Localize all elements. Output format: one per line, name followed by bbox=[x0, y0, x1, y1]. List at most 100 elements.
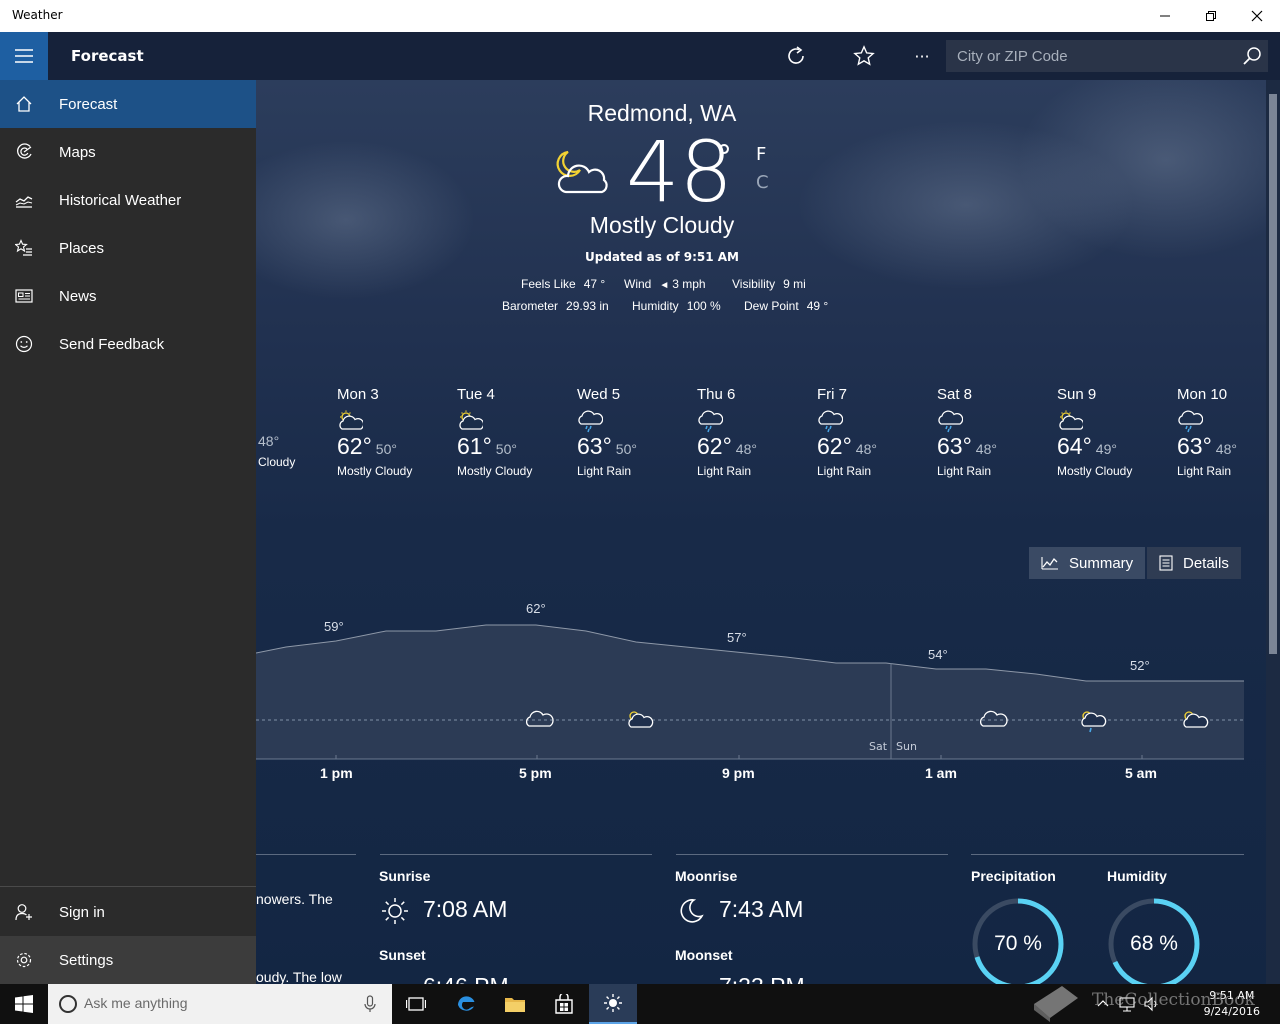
moon-icon bbox=[680, 899, 704, 923]
refresh-button[interactable] bbox=[779, 40, 813, 72]
windows-logo-icon bbox=[15, 995, 33, 1013]
search-input[interactable] bbox=[946, 40, 1236, 72]
summary-toggle[interactable]: Summary bbox=[1029, 547, 1146, 579]
radar-icon bbox=[0, 128, 48, 176]
stat-visibility: Visibility 9 mi bbox=[732, 277, 806, 291]
microphone-icon[interactable] bbox=[364, 995, 376, 1013]
daily-forecast-day[interactable]: Mon 10 63° 48° Light Rain bbox=[1177, 386, 1266, 478]
nav-item-news[interactable]: News bbox=[0, 272, 256, 320]
day-name: Sat 8 bbox=[937, 386, 973, 403]
nav-item-places[interactable]: Places bbox=[0, 224, 256, 272]
close-button[interactable] bbox=[1234, 0, 1280, 32]
rain-cloud-icon bbox=[817, 409, 927, 433]
window-title-bar: Weather bbox=[0, 0, 1280, 32]
start-button[interactable] bbox=[0, 984, 48, 1024]
sunrise-icon bbox=[382, 898, 408, 924]
partly-cloudy-night-icon bbox=[556, 150, 608, 194]
daily-forecast-day[interactable]: Tue 4 61° 50° Mostly Cloudy bbox=[457, 386, 567, 478]
stat-value: 3 mph bbox=[672, 277, 706, 291]
day-condition: Mostly Cloudy bbox=[337, 464, 413, 478]
day-low: 50° bbox=[615, 441, 637, 457]
nav-item-label: Sign in bbox=[59, 903, 105, 921]
day-label-sun: Sun bbox=[896, 740, 917, 753]
restore-button[interactable] bbox=[1188, 0, 1234, 32]
sunrise-title: Sunrise bbox=[379, 868, 431, 884]
stat-value: 100 % bbox=[686, 299, 721, 313]
day-name: Mon 3 bbox=[337, 386, 379, 403]
hour-label: 5 pm bbox=[519, 765, 552, 781]
unit-fahrenheit[interactable]: F bbox=[756, 144, 766, 165]
store-button[interactable] bbox=[540, 984, 588, 1024]
nav-item-send-feedback[interactable]: Send Feedback bbox=[0, 320, 256, 368]
day-name: Thu 6 bbox=[697, 386, 736, 403]
news-icon bbox=[0, 272, 48, 320]
stat-value: 9 mi bbox=[783, 277, 806, 291]
nav-item-maps[interactable]: Maps bbox=[0, 128, 256, 176]
sidebar-divider bbox=[0, 886, 256, 887]
day-condition: Light Rain bbox=[817, 464, 872, 478]
sunset-title: Sunset bbox=[379, 947, 426, 963]
stat-value: 47 ° bbox=[583, 277, 606, 291]
day-high: 63° bbox=[1177, 433, 1212, 459]
nav-item-sign-in[interactable]: Sign in bbox=[0, 888, 256, 936]
cortana-search-box[interactable]: Ask me anything bbox=[48, 984, 392, 1024]
scrollbar-thumb[interactable] bbox=[1269, 94, 1277, 654]
moonset-title: Moonset bbox=[675, 947, 733, 963]
daily-forecast-day[interactable]: Sat 8 63° 48° Light Rain bbox=[937, 386, 1047, 478]
daily-forecast-day[interactable]: Wed 5 63° 50° Light Rain bbox=[577, 386, 687, 478]
task-view-button[interactable] bbox=[392, 984, 440, 1024]
day-label-sat: Sat bbox=[869, 740, 888, 753]
current-condition: Mostly Cloudy bbox=[589, 212, 735, 238]
gear-icon bbox=[0, 936, 48, 984]
day-low: 48° bbox=[855, 441, 877, 457]
smiley-icon bbox=[0, 320, 48, 368]
precipitation-title: Precipitation bbox=[971, 868, 1056, 884]
stat-humidity: Humidity 100 % bbox=[632, 299, 721, 313]
day-condition: Mostly Cloudy bbox=[1057, 464, 1133, 478]
daily-forecast-day[interactable]: Mon 3 62° 50° Mostly Cloudy bbox=[337, 386, 447, 478]
nav-item-settings[interactable]: Settings bbox=[0, 936, 256, 984]
day-high: 62° bbox=[817, 433, 852, 459]
stat-dew-point: Dew Point 49 ° bbox=[744, 299, 828, 313]
precipitation-gauge: 70 % bbox=[971, 897, 1065, 984]
daily-forecast-day[interactable]: Sun 9 64° 49° Mostly Cloudy bbox=[1057, 386, 1167, 478]
favorite-button[interactable] bbox=[847, 40, 881, 72]
day-name: Fri 7 bbox=[817, 386, 847, 403]
details-toggle[interactable]: Details bbox=[1147, 547, 1241, 579]
daily-summary-text: oudy. The low bbox=[256, 969, 342, 984]
partly-sunny-icon bbox=[457, 409, 567, 433]
daily-forecast-day[interactable]: Thu 6 62° 48° Light Rain bbox=[697, 386, 807, 478]
rain-cloud-icon bbox=[697, 409, 807, 433]
nav-item-historical-weather[interactable]: Historical Weather bbox=[0, 176, 256, 224]
stat-wind: Wind ◄ 3 mph bbox=[624, 277, 706, 291]
watermark-text: TheCollectionBook bbox=[1092, 990, 1255, 1010]
hour-label: 1 pm bbox=[320, 765, 353, 781]
close-icon bbox=[1251, 10, 1263, 22]
hour-label: 5 am bbox=[1125, 765, 1157, 781]
humidity-value: 68 % bbox=[1130, 932, 1178, 955]
restore-icon bbox=[1206, 11, 1216, 21]
nav-item-label: Historical Weather bbox=[59, 191, 182, 209]
summary-label: Summary bbox=[1069, 554, 1134, 572]
unit-celsius[interactable]: C bbox=[756, 172, 769, 193]
file-explorer-button[interactable] bbox=[491, 984, 539, 1024]
minimize-button[interactable] bbox=[1142, 0, 1188, 32]
nav-item-label: Forecast bbox=[59, 95, 118, 113]
home-icon bbox=[0, 80, 48, 128]
humidity-gauge: 68 % bbox=[1107, 897, 1201, 984]
card-divider bbox=[380, 854, 652, 855]
more-button[interactable]: ··· bbox=[905, 40, 939, 72]
partly-sunny-icon bbox=[1057, 409, 1167, 433]
stat-value: 29.93 in bbox=[566, 299, 609, 313]
vertical-scrollbar[interactable] bbox=[1266, 80, 1280, 984]
hamburger-button[interactable] bbox=[0, 32, 48, 80]
nav-item-forecast[interactable]: Forecast bbox=[0, 80, 256, 128]
wind-arrow-icon: ◄ bbox=[659, 280, 670, 291]
nav-item-label: Send Feedback bbox=[59, 335, 165, 353]
edge-browser-button[interactable] bbox=[442, 984, 490, 1024]
search-button[interactable] bbox=[1236, 40, 1268, 72]
rain-cloud-icon bbox=[1177, 409, 1266, 433]
weather-app-button[interactable] bbox=[589, 984, 637, 1024]
cortana-icon bbox=[59, 995, 77, 1013]
daily-forecast-day[interactable]: Fri 7 62° 48° Light Rain bbox=[817, 386, 927, 478]
